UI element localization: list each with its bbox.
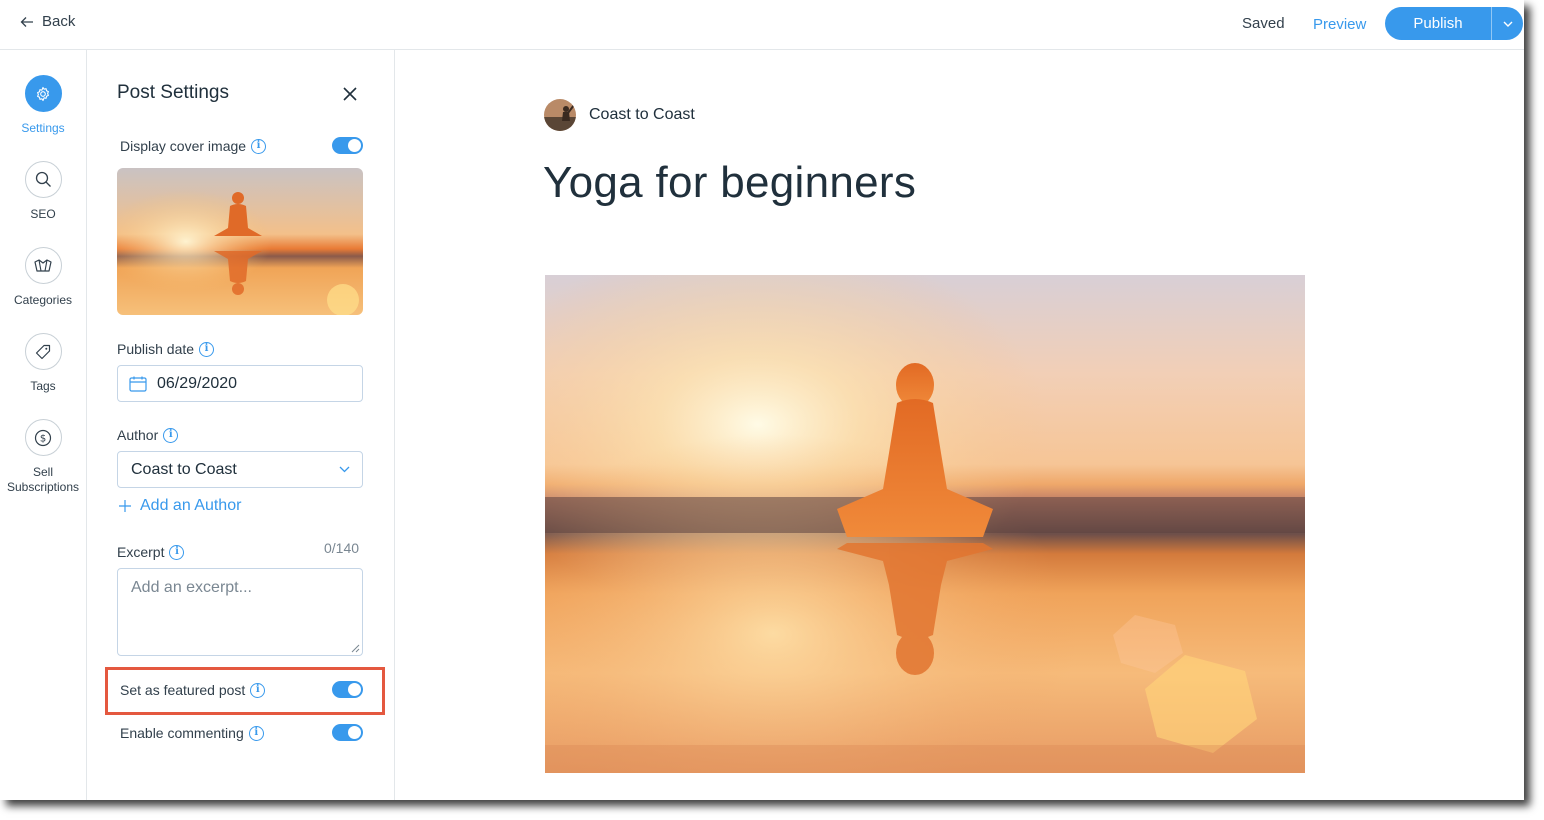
- tags-circle: [24, 333, 62, 370]
- resize-handle-icon[interactable]: [351, 644, 360, 653]
- settings-circle: [24, 75, 62, 112]
- featured-post-toggle[interactable]: [332, 681, 363, 698]
- publish-button-group: Publish: [1385, 7, 1523, 40]
- commenting-label: Enable commenting: [120, 725, 244, 741]
- chevron-down-icon: [1503, 21, 1512, 27]
- plus-icon: [119, 500, 131, 512]
- featured-post-row: Set as featured post i: [120, 682, 266, 698]
- display-cover-toggle[interactable]: [332, 137, 363, 154]
- commenting-row: Enable commenting i: [120, 725, 264, 741]
- sidebar-item-tags[interactable]: Tags: [0, 333, 86, 394]
- publish-date-value: 06/29/2020: [157, 374, 238, 392]
- seo-circle: [24, 161, 62, 198]
- display-cover-label: Display cover image: [120, 138, 247, 154]
- publish-options-button[interactable]: [1492, 7, 1523, 40]
- top-bar: Back Saved Preview Publish: [0, 0, 1524, 50]
- author-select[interactable]: Coast to Coast: [117, 451, 363, 488]
- sidebar-item-label: Tags: [30, 379, 56, 393]
- saved-status: Saved: [1242, 15, 1285, 32]
- info-icon[interactable]: i: [163, 427, 179, 443]
- excerpt-placeholder: Add an excerpt...: [131, 579, 252, 596]
- subscriptions-circle: $: [24, 419, 62, 456]
- sidebar-item-label: Settings: [21, 121, 65, 135]
- publish-date-row: Publish date i: [117, 341, 215, 357]
- close-icon[interactable]: [340, 84, 360, 104]
- author-label: Author: [117, 427, 159, 443]
- avatar: [544, 99, 576, 131]
- sidebar-item-seo[interactable]: SEO: [0, 161, 86, 222]
- publish-date-label: Publish date: [117, 341, 195, 357]
- author-select-value: Coast to Coast: [131, 460, 237, 478]
- publish-date-field[interactable]: 06/29/2020: [117, 365, 363, 402]
- gear-icon: [37, 86, 49, 101]
- icon-sidebar: Settings SEO Categories Tags $ Sell Subs…: [0, 50, 87, 800]
- back-label: Back: [42, 13, 76, 30]
- sidebar-item-categories[interactable]: Categories: [0, 247, 86, 308]
- post-title[interactable]: Yoga for beginners: [543, 158, 916, 208]
- add-author-link[interactable]: Add an Author: [119, 497, 241, 515]
- back-button[interactable]: Back: [20, 13, 75, 30]
- info-icon[interactable]: i: [169, 544, 185, 560]
- sell-label: Sell: [32, 465, 53, 479]
- commenting-toggle[interactable]: [332, 724, 363, 741]
- sidebar-item-sell-subscriptions[interactable]: $ Sell Subscriptions: [0, 419, 86, 495]
- post-preview: Coast to Coast Yoga for beginners: [395, 50, 1524, 800]
- cover-image-art: [117, 168, 363, 315]
- sidebar-item-label: Sell Subscriptions: [0, 465, 86, 495]
- preview-link[interactable]: Preview: [1313, 16, 1366, 33]
- sidebar-item-settings[interactable]: Settings: [0, 75, 86, 136]
- search-icon: [35, 171, 51, 187]
- excerpt-label: Excerpt: [117, 544, 165, 560]
- hero-image[interactable]: [545, 275, 1305, 773]
- categories-circle: [24, 247, 62, 284]
- info-icon[interactable]: i: [248, 725, 264, 741]
- author-row: Author i: [117, 427, 179, 443]
- post-settings-panel: Post Settings Display cover image i Publ…: [87, 50, 395, 800]
- display-cover-row: Display cover image i: [120, 138, 267, 154]
- tag-icon: [35, 344, 51, 359]
- panel-title: Post Settings: [117, 82, 229, 103]
- subscriptions-label: Subscriptions: [6, 480, 80, 494]
- sidebar-item-label: SEO: [30, 207, 56, 221]
- calendar-icon: [129, 376, 147, 392]
- info-icon[interactable]: i: [199, 341, 215, 357]
- dollar-icon: $: [34, 429, 52, 446]
- excerpt-counter: 0/140: [324, 540, 360, 556]
- excerpt-textarea[interactable]: Add an excerpt...: [117, 568, 363, 656]
- post-author: Coast to Coast: [544, 99, 695, 131]
- hero-image-art: [545, 275, 1305, 773]
- sidebar-item-label: Categories: [13, 293, 73, 307]
- arrow-left-icon: [20, 16, 33, 27]
- post-author-name: Coast to Coast: [589, 106, 695, 123]
- info-icon[interactable]: i: [250, 682, 266, 698]
- add-author-label: Add an Author: [140, 497, 242, 514]
- avatar-art: [544, 99, 576, 131]
- categories-icon: [34, 258, 52, 272]
- featured-post-label: Set as featured post: [120, 682, 246, 698]
- svg-text:$: $: [40, 433, 46, 444]
- info-icon[interactable]: i: [251, 138, 267, 154]
- chevron-down-icon: [339, 466, 350, 473]
- publish-button[interactable]: Publish: [1385, 7, 1491, 40]
- editor-window: Back Saved Preview Publish Settings SEO …: [0, 0, 1524, 800]
- excerpt-row: Excerpt i: [117, 544, 185, 560]
- cover-image[interactable]: [117, 168, 363, 315]
